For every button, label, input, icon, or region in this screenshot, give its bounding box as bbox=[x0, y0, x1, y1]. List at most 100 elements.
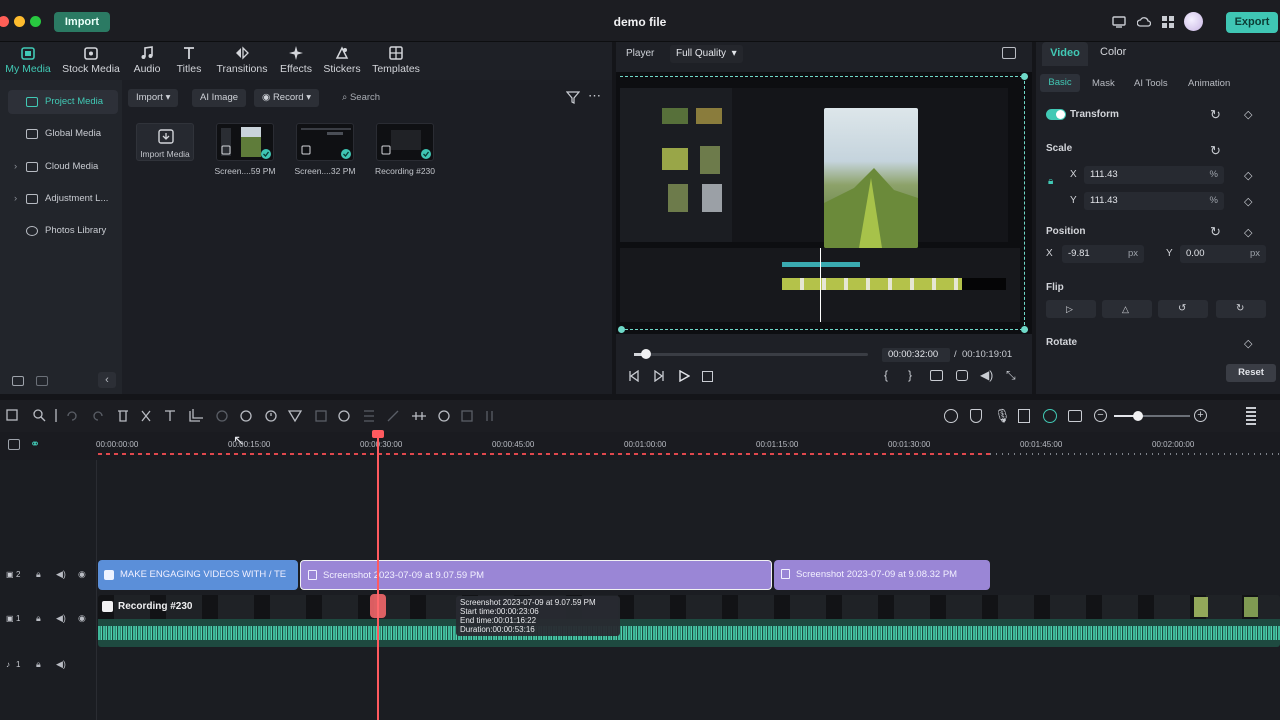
sidebar-item-cloud-media[interactable]: › Cloud Media bbox=[8, 155, 118, 179]
sidebar-item-project-media[interactable]: Project Media bbox=[8, 90, 118, 114]
volume-icon[interactable]: ◀) bbox=[980, 368, 993, 382]
tab-transitions[interactable]: Transitions bbox=[212, 45, 272, 79]
tab-templates[interactable]: Templates bbox=[368, 45, 424, 79]
lock-icon[interactable]: 🔒︎ bbox=[36, 613, 41, 624]
ai-image-button[interactable]: AI Image bbox=[192, 89, 247, 107]
new-folder-icon[interactable] bbox=[12, 376, 24, 386]
tab-effects[interactable]: Effects bbox=[276, 45, 316, 79]
eye-icon[interactable]: ◉ bbox=[78, 569, 86, 580]
zoom-in-icon[interactable]: + bbox=[1194, 409, 1207, 422]
zoom-window-button[interactable] bbox=[30, 16, 41, 27]
marker-icon[interactable] bbox=[1018, 409, 1030, 423]
mute-icon[interactable]: ◀) bbox=[56, 613, 66, 624]
timeline-settings-icon[interactable] bbox=[1246, 407, 1256, 425]
subtab-ai-tools[interactable]: AI Tools bbox=[1134, 78, 1168, 89]
search-field[interactable]: ⌕ Search bbox=[342, 89, 380, 107]
add-track-icon[interactable] bbox=[8, 439, 20, 450]
rotate-left-button[interactable]: ↺ bbox=[1158, 300, 1208, 318]
previous-frame-icon[interactable] bbox=[628, 370, 640, 382]
subtab-mask[interactable]: Mask bbox=[1092, 78, 1115, 89]
microphone-icon[interactable]: 🎙︎ bbox=[994, 408, 1011, 424]
folder-outline-icon[interactable] bbox=[36, 376, 48, 386]
snapshot-icon[interactable] bbox=[1002, 47, 1016, 59]
media-thumbnail-screenshot-2[interactable] bbox=[296, 123, 354, 161]
filter-icon[interactable] bbox=[566, 90, 580, 104]
tab-my-media[interactable]: My Media bbox=[4, 45, 52, 79]
flip-horizontal-button[interactable]: ▷ bbox=[1046, 300, 1096, 318]
keyframe-icon[interactable]: ◇ bbox=[1244, 226, 1252, 239]
avatar[interactable] bbox=[1184, 12, 1203, 31]
position-y-input[interactable]: 0.00 px bbox=[1180, 245, 1266, 263]
apps-grid-icon[interactable] bbox=[1161, 15, 1175, 29]
scale-y-input[interactable]: 111.43% bbox=[1084, 192, 1224, 210]
tab-video[interactable]: Video bbox=[1042, 42, 1088, 66]
reset-button[interactable]: Reset bbox=[1226, 364, 1276, 382]
sidebar-item-adjustment-layer[interactable]: › Adjustment L... bbox=[8, 187, 118, 211]
flip-vertical-button[interactable]: △ bbox=[1102, 300, 1152, 318]
shield-icon[interactable] bbox=[970, 409, 982, 423]
subtab-animation[interactable]: Animation bbox=[1188, 78, 1230, 89]
next-frame-icon[interactable] bbox=[653, 370, 665, 382]
keyframe-icon[interactable]: ◇ bbox=[1244, 195, 1252, 208]
display-icon[interactable] bbox=[930, 370, 943, 381]
quality-dropdown[interactable]: Full Quality ▾ bbox=[670, 45, 743, 63]
lock-ratio-icon[interactable]: 🔒︎ bbox=[1048, 176, 1053, 187]
playhead-handle[interactable] bbox=[372, 430, 384, 438]
ai-tool-icon[interactable] bbox=[1043, 409, 1057, 423]
scrubber-handle[interactable] bbox=[641, 349, 651, 359]
lock-icon[interactable]: 🔒︎ bbox=[36, 569, 41, 580]
tab-stickers[interactable]: Stickers bbox=[320, 45, 364, 79]
close-window-button[interactable] bbox=[0, 16, 9, 27]
lock-icon[interactable]: 🔒︎ bbox=[36, 659, 41, 670]
collapse-sidebar-icon[interactable]: ‹ bbox=[98, 372, 116, 388]
sidebar-item-photos-library[interactable]: Photos Library bbox=[8, 219, 118, 243]
reset-position-icon[interactable]: ↻ bbox=[1210, 224, 1221, 240]
keyframe-icon[interactable]: ◇ bbox=[1244, 337, 1252, 350]
stop-icon[interactable] bbox=[702, 371, 713, 382]
scale-x-input[interactable]: 111.43% bbox=[1084, 166, 1224, 184]
fullscreen-icon[interactable]: ⤡ bbox=[1006, 368, 1016, 383]
player-tab[interactable]: Player bbox=[626, 48, 654, 59]
render-icon[interactable] bbox=[944, 409, 958, 423]
tab-color[interactable]: Color bbox=[1100, 46, 1126, 58]
resize-handle[interactable] bbox=[618, 326, 625, 333]
resize-handle[interactable] bbox=[1021, 326, 1028, 333]
export-button[interactable]: Export bbox=[1226, 12, 1278, 33]
position-x-input[interactable]: -9.81 px bbox=[1062, 245, 1144, 263]
rotate-right-button[interactable]: ↻ bbox=[1216, 300, 1266, 318]
monitor-icon[interactable] bbox=[1112, 15, 1126, 29]
record-dropdown[interactable]: ◉ Record ▾ bbox=[254, 89, 319, 107]
tab-stock-media[interactable]: Stock Media bbox=[60, 45, 122, 79]
keyframe-icon[interactable]: ◇ bbox=[1244, 108, 1252, 121]
mark-in-icon[interactable]: { bbox=[884, 368, 888, 382]
camera-icon[interactable] bbox=[956, 370, 968, 381]
split-marker[interactable] bbox=[370, 594, 386, 618]
playback-scrubber[interactable] bbox=[634, 353, 868, 356]
mark-out-icon[interactable]: } bbox=[908, 368, 912, 382]
media-thumbnail-recording[interactable] bbox=[376, 123, 434, 161]
more-options-icon[interactable]: ⋯ bbox=[588, 88, 601, 104]
keyframe-icon[interactable]: ◇ bbox=[1244, 169, 1252, 182]
subtab-basic[interactable]: Basic bbox=[1040, 74, 1080, 92]
tab-titles[interactable]: Titles bbox=[170, 45, 208, 79]
sidebar-item-global-media[interactable]: Global Media bbox=[8, 122, 118, 146]
resize-handle[interactable] bbox=[1021, 73, 1028, 80]
mute-icon[interactable]: ◀) bbox=[56, 659, 66, 670]
reset-transform-icon[interactable]: ↻ bbox=[1210, 107, 1221, 123]
zoom-slider-handle[interactable] bbox=[1133, 411, 1143, 421]
tab-audio[interactable]: Audio bbox=[128, 45, 166, 79]
play-icon[interactable] bbox=[678, 370, 690, 382]
import-button[interactable]: Import bbox=[54, 12, 110, 32]
transform-toggle[interactable] bbox=[1046, 109, 1066, 120]
recording-video-clip[interactable]: Recording #230 bbox=[98, 595, 1280, 619]
import-dropdown[interactable]: Import ▾ bbox=[128, 89, 179, 107]
cloud-icon[interactable] bbox=[1137, 15, 1151, 29]
title-clip[interactable]: MAKE ENGAGING VIDEOS WITH / TE bbox=[98, 560, 298, 590]
layout-icon[interactable] bbox=[1068, 410, 1082, 422]
image-clip-1[interactable]: Screenshot 2023-07-09 at 9.07.59 PM bbox=[300, 560, 772, 590]
reset-scale-icon[interactable]: ↻ bbox=[1210, 143, 1221, 159]
mute-icon[interactable]: ◀) bbox=[56, 569, 66, 580]
zoom-out-icon[interactable]: − bbox=[1094, 409, 1107, 422]
minimize-window-button[interactable] bbox=[14, 16, 25, 27]
playhead-line[interactable] bbox=[377, 432, 379, 720]
